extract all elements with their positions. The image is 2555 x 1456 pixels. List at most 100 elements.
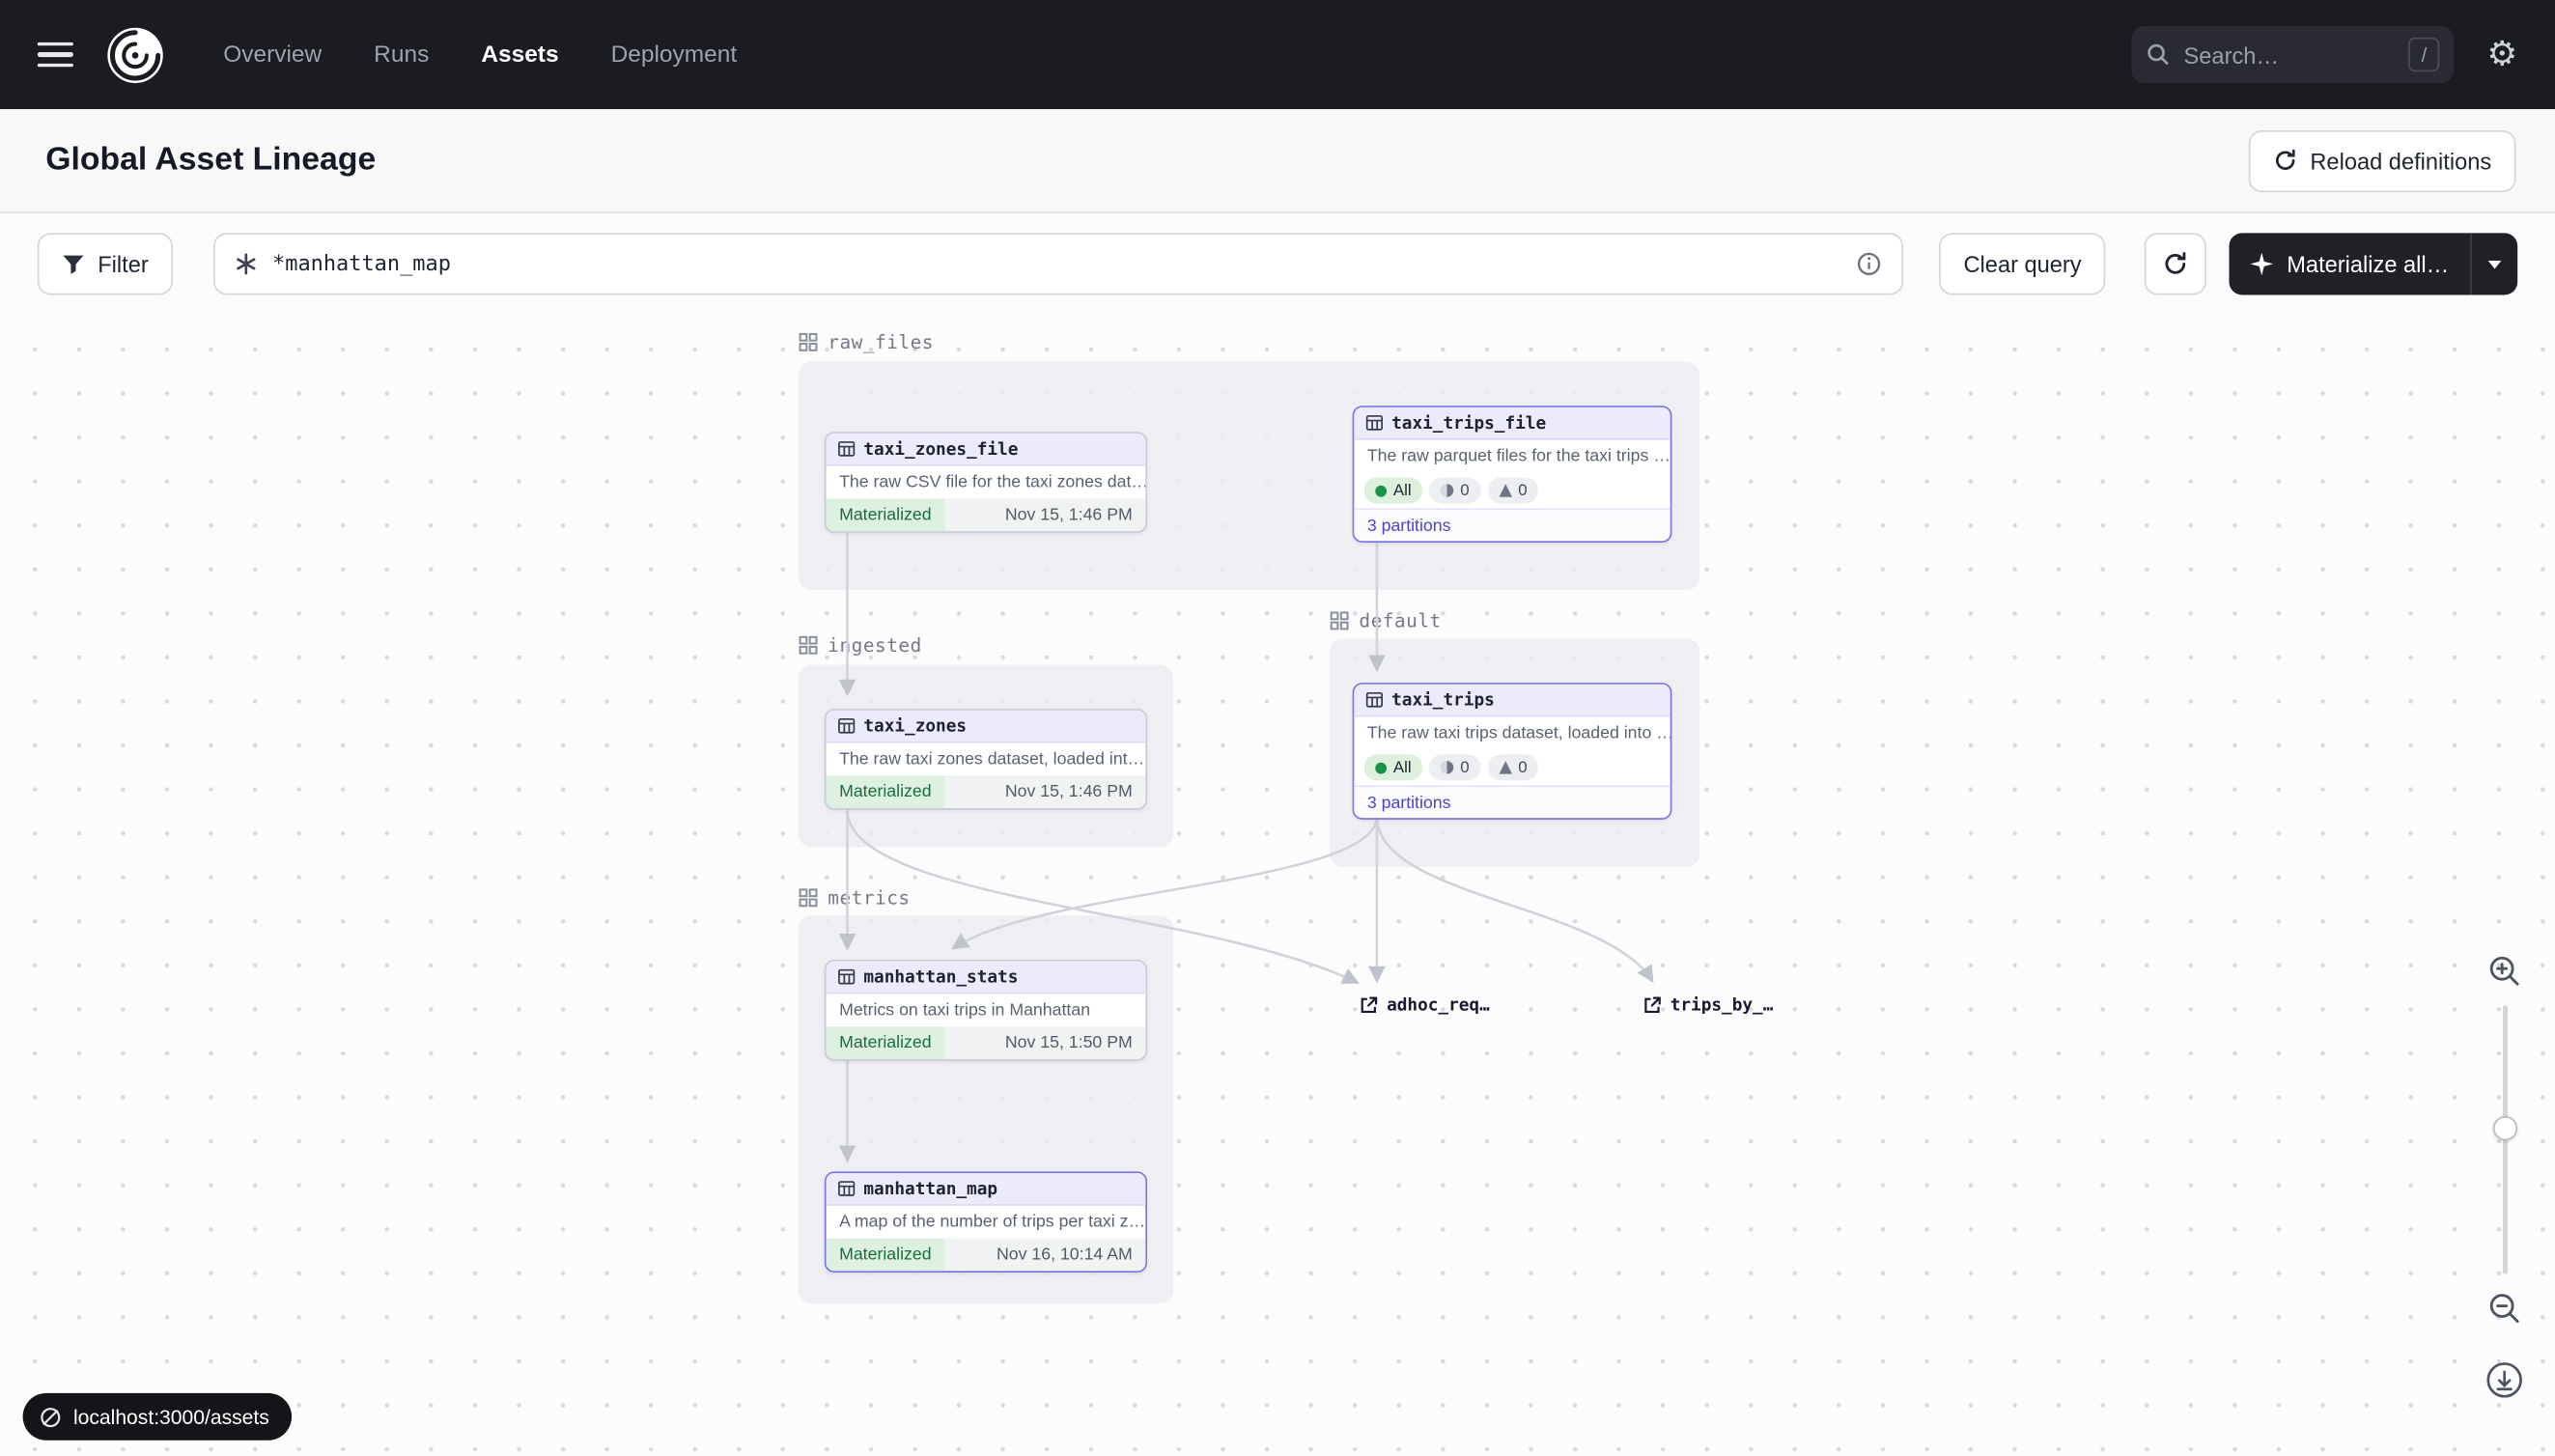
url-icon bbox=[40, 1405, 63, 1428]
lineage-edges bbox=[0, 315, 2555, 1456]
page-header: Global Asset Lineage Reload definitions bbox=[0, 109, 2555, 213]
zoom-in-icon[interactable] bbox=[2486, 953, 2522, 989]
partitions-all-pill: All bbox=[1363, 477, 1422, 503]
asset-node-description: The raw CSV file for the taxi zones dat… bbox=[827, 466, 1146, 499]
reload-definitions-label: Reload definitions bbox=[2310, 148, 2491, 174]
filter-funnel-icon bbox=[62, 253, 85, 274]
materialize-all-button[interactable]: Materialize all… bbox=[2230, 233, 2517, 294]
partitions-count[interactable]: 3 partitions bbox=[1354, 509, 1670, 542]
asset-node-manhattan-map[interactable]: manhattan_map A map of the number of tri… bbox=[825, 1171, 1147, 1273]
partitions-missing-pill: 0 bbox=[1487, 754, 1538, 780]
asset-node-footer: Materialized Nov 16, 10:14 AM bbox=[827, 1239, 1146, 1272]
asset-node-taxi-zones-file[interactable]: taxi_zones_file The raw CSV file for the… bbox=[825, 432, 1147, 533]
materialized-badge: Materialized bbox=[827, 1026, 945, 1059]
asset-node-title: taxi_zones bbox=[863, 716, 967, 736]
asset-node-footer: Materialized Nov 15, 1:50 PM bbox=[827, 1026, 1146, 1059]
partitions-missing-pill: 0 bbox=[1487, 477, 1538, 503]
nav-assets[interactable]: Assets bbox=[468, 32, 572, 77]
zoom-slider[interactable] bbox=[2492, 1005, 2516, 1274]
nav-overview[interactable]: Overview bbox=[211, 32, 335, 77]
partitions-failed-pill: 0 bbox=[1429, 754, 1480, 780]
success-dot-icon bbox=[1375, 485, 1387, 496]
top-nav: Overview Runs Assets Deployment Search… … bbox=[0, 0, 2555, 109]
asset-node-manhattan-stats[interactable]: manhattan_stats Metrics on taxi trips in… bbox=[825, 960, 1147, 1061]
dagster-app: Overview Runs Assets Deployment Search… … bbox=[0, 0, 2555, 1456]
asset-node-header: manhattan_map bbox=[827, 1173, 1146, 1206]
materialized-badge: Materialized bbox=[827, 775, 945, 808]
external-asset-label: adhoc_req… bbox=[1387, 995, 1490, 1015]
nav-deployment[interactable]: Deployment bbox=[598, 32, 750, 77]
partitions-failed-pill: 0 bbox=[1429, 477, 1480, 503]
asset-node-description: Metrics on taxi trips in Manhattan bbox=[827, 994, 1146, 1026]
asset-node-header: taxi_trips bbox=[1354, 685, 1670, 717]
zoom-slider-thumb[interactable] bbox=[2492, 1116, 2516, 1140]
reload-icon bbox=[2273, 149, 2297, 173]
asset-node-taxi-zones[interactable]: taxi_zones The raw taxi zones dataset, l… bbox=[825, 709, 1147, 810]
materialize-dropdown-button[interactable] bbox=[2472, 233, 2517, 294]
clear-query-label: Clear query bbox=[1963, 251, 2081, 277]
asset-node-footer: Materialized Nov 15, 1:46 PM bbox=[827, 775, 1146, 808]
asset-node-title: taxi_trips_file bbox=[1391, 413, 1546, 433]
asset-node-taxi-trips-file[interactable]: taxi_trips_file The raw parquet files fo… bbox=[1353, 406, 1672, 543]
settings-gear-icon[interactable]: ⚙ bbox=[2486, 38, 2517, 71]
asset-selection-icon bbox=[235, 253, 258, 276]
warning-triangle-icon bbox=[1499, 484, 1512, 497]
external-asset-adhoc-request[interactable]: adhoc_req… bbox=[1359, 995, 1489, 1015]
asset-node-taxi-trips[interactable]: taxi_trips The raw taxi trips dataset, l… bbox=[1353, 683, 1672, 820]
filter-button[interactable]: Filter bbox=[38, 233, 173, 294]
search-placeholder: Search… bbox=[2184, 42, 2396, 68]
asset-node-title: taxi_zones_file bbox=[863, 439, 1018, 459]
refresh-graph-button[interactable] bbox=[2145, 233, 2206, 294]
global-search-input[interactable]: Search… / bbox=[2132, 26, 2455, 83]
asset-selection-input[interactable] bbox=[272, 252, 1841, 276]
external-link-icon bbox=[1359, 995, 1378, 1015]
table-icon bbox=[1365, 414, 1384, 433]
asset-node-description: The raw taxi zones dataset, loaded int… bbox=[827, 743, 1146, 776]
partitions-all-pill: All bbox=[1363, 754, 1422, 780]
filter-button-label: Filter bbox=[98, 251, 149, 277]
asset-node-header: taxi_zones_file bbox=[827, 434, 1146, 466]
chevron-down-icon bbox=[2488, 260, 2502, 267]
materialized-timestamp: Nov 15, 1:50 PM bbox=[944, 1026, 1145, 1059]
external-asset-trips-by-week[interactable]: trips_by_… bbox=[1642, 995, 1773, 1015]
dagster-logo[interactable] bbox=[106, 25, 165, 84]
refresh-icon bbox=[2163, 251, 2189, 277]
primary-nav: Overview Runs Assets Deployment bbox=[211, 32, 750, 77]
success-dot-icon bbox=[1375, 762, 1387, 773]
lineage-canvas[interactable]: raw_files ingested default bbox=[0, 315, 2555, 1456]
partial-circle-icon bbox=[1441, 761, 1454, 774]
search-shortcut-key: / bbox=[2408, 38, 2439, 71]
materialized-timestamp: Nov 15, 1:46 PM bbox=[944, 498, 1145, 531]
menu-icon[interactable] bbox=[38, 42, 73, 67]
status-url-text: localhost:3000/assets bbox=[73, 1405, 269, 1428]
clear-query-button[interactable]: Clear query bbox=[1939, 233, 2106, 294]
external-link-icon bbox=[1642, 995, 1662, 1015]
materialize-all-label: Materialize all… bbox=[2287, 251, 2449, 277]
asset-node-header: taxi_zones bbox=[827, 711, 1146, 743]
asset-node-title: manhattan_map bbox=[863, 1179, 997, 1198]
asset-node-footer: Materialized Nov 15, 1:46 PM bbox=[827, 498, 1146, 531]
external-asset-label: trips_by_… bbox=[1671, 995, 1774, 1015]
asset-node-description: The raw taxi trips dataset, loaded into … bbox=[1354, 717, 1670, 750]
search-icon bbox=[2147, 42, 2171, 67]
info-icon[interactable] bbox=[1856, 251, 1882, 277]
table-icon bbox=[837, 717, 856, 736]
zoom-out-icon[interactable] bbox=[2486, 1291, 2522, 1327]
warning-triangle-icon bbox=[1499, 761, 1512, 774]
nav-runs[interactable]: Runs bbox=[361, 32, 442, 77]
asset-node-title: taxi_trips bbox=[1391, 690, 1495, 710]
reload-definitions-button[interactable]: Reload definitions bbox=[2248, 129, 2515, 191]
materialized-badge: Materialized bbox=[827, 498, 945, 531]
table-icon bbox=[1365, 691, 1384, 710]
materialized-badge: Materialized bbox=[827, 1239, 945, 1272]
materialized-timestamp: Nov 16, 10:14 AM bbox=[944, 1239, 1145, 1272]
table-icon bbox=[837, 967, 856, 986]
asset-node-description: A map of the number of trips per taxi z… bbox=[827, 1206, 1146, 1239]
status-url-pill: localhost:3000/assets bbox=[23, 1393, 293, 1441]
partition-health-row: All 0 0 bbox=[1354, 472, 1670, 508]
partitions-count[interactable]: 3 partitions bbox=[1354, 785, 1670, 818]
asset-node-description: The raw parquet files for the taxi trips… bbox=[1354, 440, 1670, 473]
asset-node-title: manhattan_stats bbox=[863, 967, 1018, 987]
asset-selection-input-wrap[interactable] bbox=[213, 233, 1903, 294]
zoom-to-fit-button[interactable] bbox=[2484, 1358, 2526, 1401]
